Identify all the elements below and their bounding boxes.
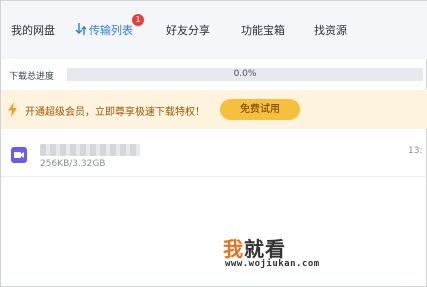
watermark-char: 我 <box>223 237 244 261</box>
lightning-icon <box>8 102 17 117</box>
list-item[interactable]: 256KB/3.32GB 13: <box>1 135 427 177</box>
progress-bar: 0.0% <box>67 68 423 81</box>
watermark-text: 就看 <box>244 237 286 261</box>
transfer-icon <box>75 23 87 35</box>
watermark-logo: 我就看 <box>223 233 286 262</box>
free-trial-button[interactable]: 免费试用 <box>220 99 300 120</box>
top-nav: 我的网盘 传输列表 1 好友分享 功能宝箱 找资源 <box>1 1 427 59</box>
tab-find-resources[interactable]: 找资源 <box>314 22 347 38</box>
notification-badge: 1 <box>132 14 144 26</box>
blurred-file-name <box>40 144 140 156</box>
file-time: 13: <box>408 146 423 156</box>
vip-promo-text: 开通超级会员，立即尊享极速下载特权！ <box>25 107 205 118</box>
vip-banner: 开通超级会员，立即尊享极速下载特权！ 免费试用 <box>1 90 427 129</box>
tab-transfer-list[interactable]: 传输列表 <box>89 22 133 38</box>
tab-toolbox[interactable]: 功能宝箱 <box>241 22 285 38</box>
total-download-progress: 下载总进度 0.0% <box>1 65 427 85</box>
progress-label: 下载总进度 <box>9 72 55 82</box>
video-file-icon <box>11 147 27 163</box>
file-size: 256KB/3.32GB <box>40 159 106 169</box>
watermark-url: www.wojiukan.com <box>225 259 320 269</box>
window: 我的网盘 传输列表 1 好友分享 功能宝箱 找资源 下载总进度 0.0% 开通超… <box>0 0 427 287</box>
tab-my-drive[interactable]: 我的网盘 <box>11 22 55 38</box>
tab-friend-share[interactable]: 好友分享 <box>166 22 210 38</box>
progress-percent: 0.0% <box>233 69 257 79</box>
